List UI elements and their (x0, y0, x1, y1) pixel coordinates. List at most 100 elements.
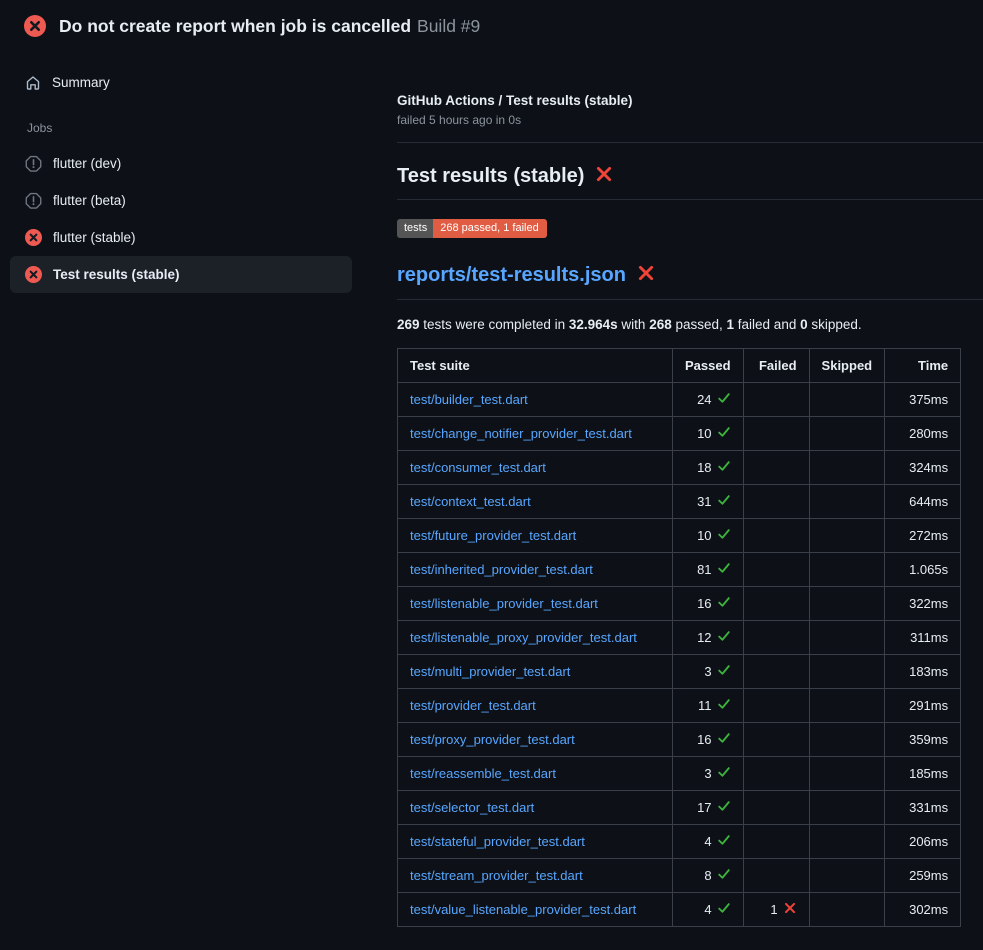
suite-link[interactable]: test/reassemble_test.dart (410, 766, 556, 781)
suite-link[interactable]: test/change_notifier_provider_test.dart (410, 426, 632, 441)
suite-link[interactable]: test/listenable_provider_test.dart (410, 596, 598, 611)
skipped-cell (809, 518, 885, 552)
table-row: test/proxy_provider_test.dart16359ms (398, 722, 961, 756)
failed-cell (743, 654, 809, 688)
table-row: test/change_notifier_provider_test.dart1… (398, 416, 961, 450)
table-row: test/value_listenable_provider_test.dart… (398, 892, 961, 926)
failed-cell (743, 722, 809, 756)
check-icon (717, 765, 731, 782)
summary-part: 1 (727, 317, 735, 332)
column-header: Passed (673, 348, 744, 382)
time-cell: 375ms (885, 382, 961, 416)
skipped-cell (809, 382, 885, 416)
passed-cell: 17 (673, 790, 744, 824)
time-cell: 206ms (885, 824, 961, 858)
failed-cell (743, 756, 809, 790)
summary-part: skipped. (808, 317, 862, 332)
suite-cell: test/builder_test.dart (398, 382, 673, 416)
report-link[interactable]: reports/test-results.json (397, 264, 626, 287)
failed-cell: 1 (743, 892, 809, 926)
time-cell: 302ms (885, 892, 961, 926)
summary-part: 268 (649, 317, 672, 332)
passed-cell: 16 (673, 722, 744, 756)
failed-cell (743, 688, 809, 722)
suite-link[interactable]: test/listenable_proxy_provider_test.dart (410, 630, 637, 645)
sidebar-job-item[interactable]: Test results (stable) (10, 256, 352, 293)
summary-part: 32.964s (569, 317, 618, 332)
suite-link[interactable]: test/stateful_provider_test.dart (410, 834, 585, 849)
suite-cell: test/future_provider_test.dart (398, 518, 673, 552)
passed-cell: 3 (673, 654, 744, 688)
check-icon (717, 629, 731, 646)
suite-link[interactable]: test/selector_test.dart (410, 800, 534, 815)
job-label: Test results (stable) (53, 267, 180, 282)
summary-part: with (618, 317, 650, 332)
suite-cell: test/stream_provider_test.dart (398, 858, 673, 892)
passed-cell-count: 81 (697, 562, 711, 577)
check-title: Test results (stable) (397, 165, 983, 200)
table-row: test/multi_provider_test.dart 3 183ms (398, 654, 961, 688)
suite-link[interactable]: test/proxy_provider_test.dart (410, 732, 575, 747)
skipped-cell (809, 756, 885, 790)
skipped-cell (809, 620, 885, 654)
suite-cell: test/inherited_provider_test.dart (398, 552, 673, 586)
sidebar-job-item[interactable]: flutter (dev) (10, 145, 352, 182)
run-breadcrumb: GitHub Actions / Test results (stable) (397, 93, 983, 108)
suite-link[interactable]: test/stream_provider_test.dart (410, 868, 583, 883)
passed-cell: 24 (673, 382, 744, 416)
home-icon (25, 75, 41, 91)
time-cell: 322ms (885, 586, 961, 620)
suite-link[interactable]: test/future_provider_test.dart (410, 528, 576, 543)
check-icon (717, 493, 731, 510)
table-row: test/inherited_provider_test.dart811.065… (398, 552, 961, 586)
table-row: test/reassemble_test.dart3185ms (398, 756, 961, 790)
run-status-line: failed 5 hours ago in 0s (397, 113, 983, 127)
check-icon (717, 799, 731, 816)
cancelled-icon (25, 155, 42, 172)
passed-cell-count: 12 (697, 630, 711, 645)
sidebar-item-summary[interactable]: Summary (10, 65, 352, 101)
fail-x-icon (637, 264, 655, 288)
table-row: test/listenable_proxy_provider_test.dart… (398, 620, 961, 654)
failed-cell (743, 416, 809, 450)
sidebar-job-item[interactable]: flutter (beta) (10, 182, 352, 219)
passed-cell: 31 (673, 484, 744, 518)
passed-cell: 4 (673, 824, 744, 858)
suite-link[interactable]: test/multi_provider_test.dart (410, 664, 570, 679)
table-row: test/listenable_provider_test.dart 16 322m… (398, 586, 961, 620)
cancelled-icon (25, 192, 42, 209)
job-label: flutter (stable) (53, 230, 136, 245)
passed-cell: 16 (673, 586, 744, 620)
suite-link[interactable]: test/value_listenable_provider_test.dart (410, 902, 636, 917)
skipped-cell (809, 688, 885, 722)
suite-cell: test/consumer_test.dart (398, 450, 673, 484)
check-icon (717, 901, 731, 918)
suite-link[interactable]: test/inherited_provider_test.dart (410, 562, 593, 577)
suite-cell: test/stateful_provider_test.dart (398, 824, 673, 858)
time-cell: 183ms (885, 654, 961, 688)
suite-link[interactable]: test/provider_test.dart (410, 698, 536, 713)
table-row: test/stream_provider_test.dart8259ms (398, 858, 961, 892)
skipped-cell (809, 824, 885, 858)
table-header-row: Test suitePassedFailedSkippedTime (398, 348, 961, 382)
summary-text: 269 tests were completed in 32.964s with… (397, 317, 983, 332)
check-icon (717, 391, 731, 408)
suite-cell: test/listenable_proxy_provider_test.dart (398, 620, 673, 654)
check-icon (717, 561, 731, 578)
suite-link[interactable]: test/builder_test.dart (410, 392, 528, 407)
time-cell: 644ms (885, 484, 961, 518)
skipped-cell (809, 484, 885, 518)
passed-cell: 3 (673, 756, 744, 790)
sidebar-job-item[interactable]: flutter (stable) (10, 219, 352, 256)
suite-link[interactable]: test/consumer_test.dart (410, 460, 546, 475)
failed-cell (743, 484, 809, 518)
suite-link[interactable]: test/context_test.dart (410, 494, 531, 509)
check-icon (717, 527, 731, 544)
failed-cell (743, 586, 809, 620)
suite-cell: test/context_test.dart (398, 484, 673, 518)
time-cell: 259ms (885, 858, 961, 892)
passed-cell: 12 (673, 620, 744, 654)
passed-cell: 4 (673, 892, 744, 926)
page-title: Do not create report when job is cancell… (59, 15, 480, 38)
job-label: flutter (beta) (53, 193, 126, 208)
